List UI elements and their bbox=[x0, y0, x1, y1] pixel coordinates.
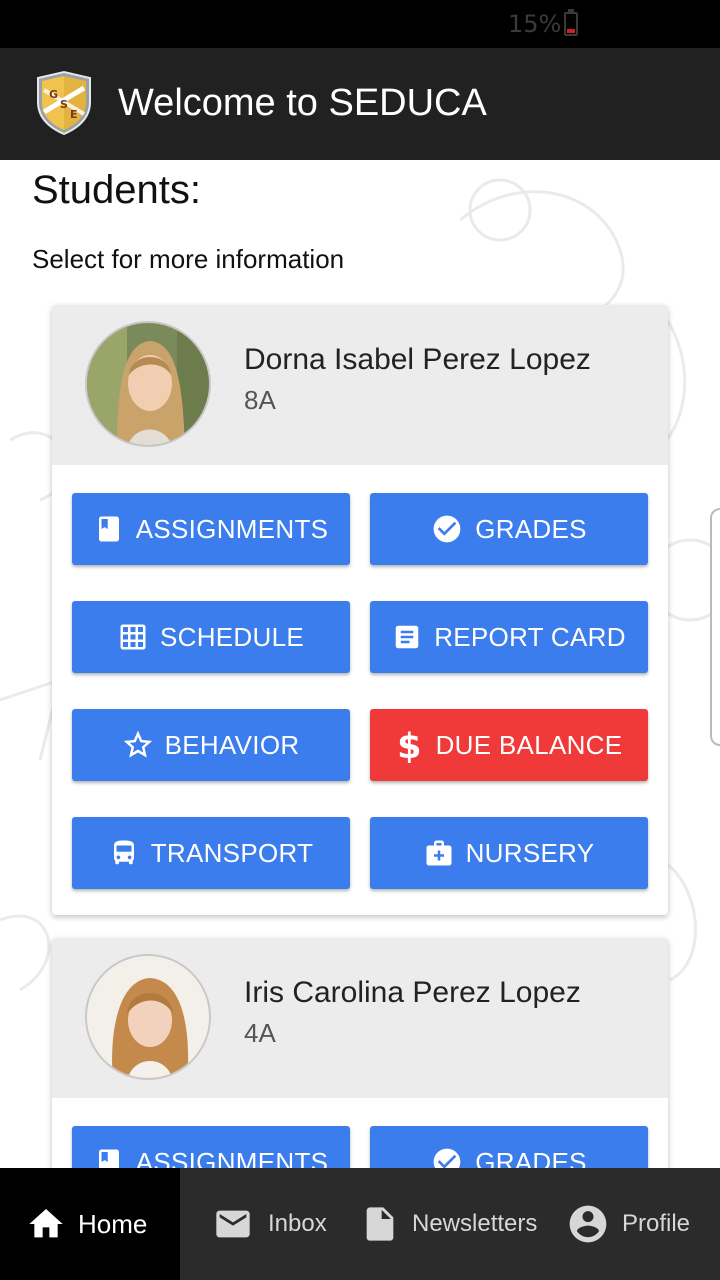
logo-letter-s: S bbox=[60, 98, 68, 111]
behavior-button[interactable]: BEHAVIOR bbox=[72, 709, 350, 781]
assignments-button[interactable]: ASSIGNMENTS bbox=[72, 493, 350, 565]
assignments-label: ASSIGNMENTS bbox=[135, 1146, 329, 1169]
report-card-button[interactable]: REPORT CARD bbox=[370, 601, 648, 673]
account-circle-icon bbox=[569, 1205, 607, 1243]
book-icon bbox=[94, 1147, 124, 1168]
nav-inbox-label: Inbox bbox=[268, 1210, 327, 1237]
nav-profile-label: Profile bbox=[622, 1210, 691, 1237]
nursery-button[interactable]: NURSERY bbox=[370, 817, 648, 889]
due-balance-label: DUE BALANCE bbox=[435, 729, 623, 760]
svg-text:$: $ bbox=[397, 727, 422, 763]
star-icon bbox=[123, 730, 153, 760]
grades-label: GRADES bbox=[475, 1146, 587, 1169]
mail-icon bbox=[216, 1210, 250, 1238]
schedule-button[interactable]: SCHEDULE bbox=[72, 601, 350, 673]
bottom-navigation: Home Inbox Newsletters Profile bbox=[0, 1168, 720, 1280]
student-header[interactable]: Dorna Isabel Perez Lopez 8A bbox=[52, 305, 668, 465]
student-name: Iris Carolina Perez Lopez bbox=[244, 976, 581, 1009]
student-card[interactable]: Dorna Isabel Perez Lopez 8A ASSIGNMENTS … bbox=[52, 305, 668, 915]
student-card[interactable]: Iris Carolina Perez Lopez 4A ASSIGNMENTS… bbox=[52, 938, 668, 1168]
dollar-icon: $ bbox=[396, 727, 424, 763]
book-icon bbox=[94, 514, 124, 544]
transport-button[interactable]: TRANSPORT bbox=[72, 817, 350, 889]
grid-icon bbox=[118, 622, 148, 652]
app-bar: G S E Welcome to SEDUCA bbox=[0, 48, 720, 160]
student-avatar bbox=[85, 321, 211, 447]
app-title: Welcome to SEDUCA bbox=[118, 82, 487, 124]
students-heading: Students: bbox=[32, 168, 202, 212]
grades-button[interactable]: GRADES bbox=[370, 1126, 648, 1168]
file-icon bbox=[366, 1207, 394, 1241]
assignments-button[interactable]: ASSIGNMENTS bbox=[72, 1126, 350, 1168]
nav-inbox[interactable]: Inbox bbox=[180, 1168, 340, 1280]
behavior-label: BEHAVIOR bbox=[164, 729, 300, 760]
nav-profile[interactable]: Profile bbox=[550, 1168, 720, 1280]
schedule-label: SCHEDULE bbox=[160, 621, 304, 652]
battery-percentage: 15% bbox=[508, 10, 562, 38]
school-logo: G S E bbox=[32, 70, 96, 136]
scroll-indicator[interactable] bbox=[710, 508, 720, 746]
grades-label: GRADES bbox=[475, 513, 587, 544]
student-header[interactable]: Iris Carolina Perez Lopez 4A bbox=[52, 938, 668, 1098]
grades-button[interactable]: GRADES bbox=[370, 493, 648, 565]
student-class: 8A bbox=[244, 385, 276, 415]
nav-newsletters-label: Newsletters bbox=[412, 1210, 538, 1237]
student-avatar bbox=[85, 954, 211, 1080]
due-balance-button[interactable]: $ DUE BALANCE bbox=[370, 709, 648, 781]
report-card-label: REPORT CARD bbox=[434, 621, 626, 652]
transport-label: TRANSPORT bbox=[150, 837, 314, 868]
nursery-label: NURSERY bbox=[465, 837, 595, 868]
check-circle-icon bbox=[431, 513, 463, 545]
bus-icon bbox=[109, 837, 139, 869]
nav-home[interactable]: Home bbox=[0, 1168, 180, 1280]
logo-letter-e: E bbox=[70, 108, 78, 121]
check-circle-icon bbox=[431, 1146, 463, 1168]
logo-letter-g: G bbox=[49, 88, 58, 101]
nav-newsletters[interactable]: Newsletters bbox=[340, 1168, 550, 1280]
status-bar: 15% bbox=[0, 0, 720, 48]
students-subtitle: Select for more information bbox=[32, 244, 345, 274]
student-class: 4A bbox=[244, 1018, 276, 1048]
main-content[interactable]: Students: Select for more information Do… bbox=[0, 160, 720, 1168]
student-name: Dorna Isabel Perez Lopez bbox=[244, 343, 591, 376]
medical-kit-icon bbox=[424, 838, 454, 868]
home-icon bbox=[29, 1209, 63, 1238]
battery-icon bbox=[564, 9, 578, 36]
document-icon bbox=[392, 622, 422, 652]
assignments-label: ASSIGNMENTS bbox=[135, 513, 329, 544]
nav-home-label: Home bbox=[78, 1208, 148, 1239]
